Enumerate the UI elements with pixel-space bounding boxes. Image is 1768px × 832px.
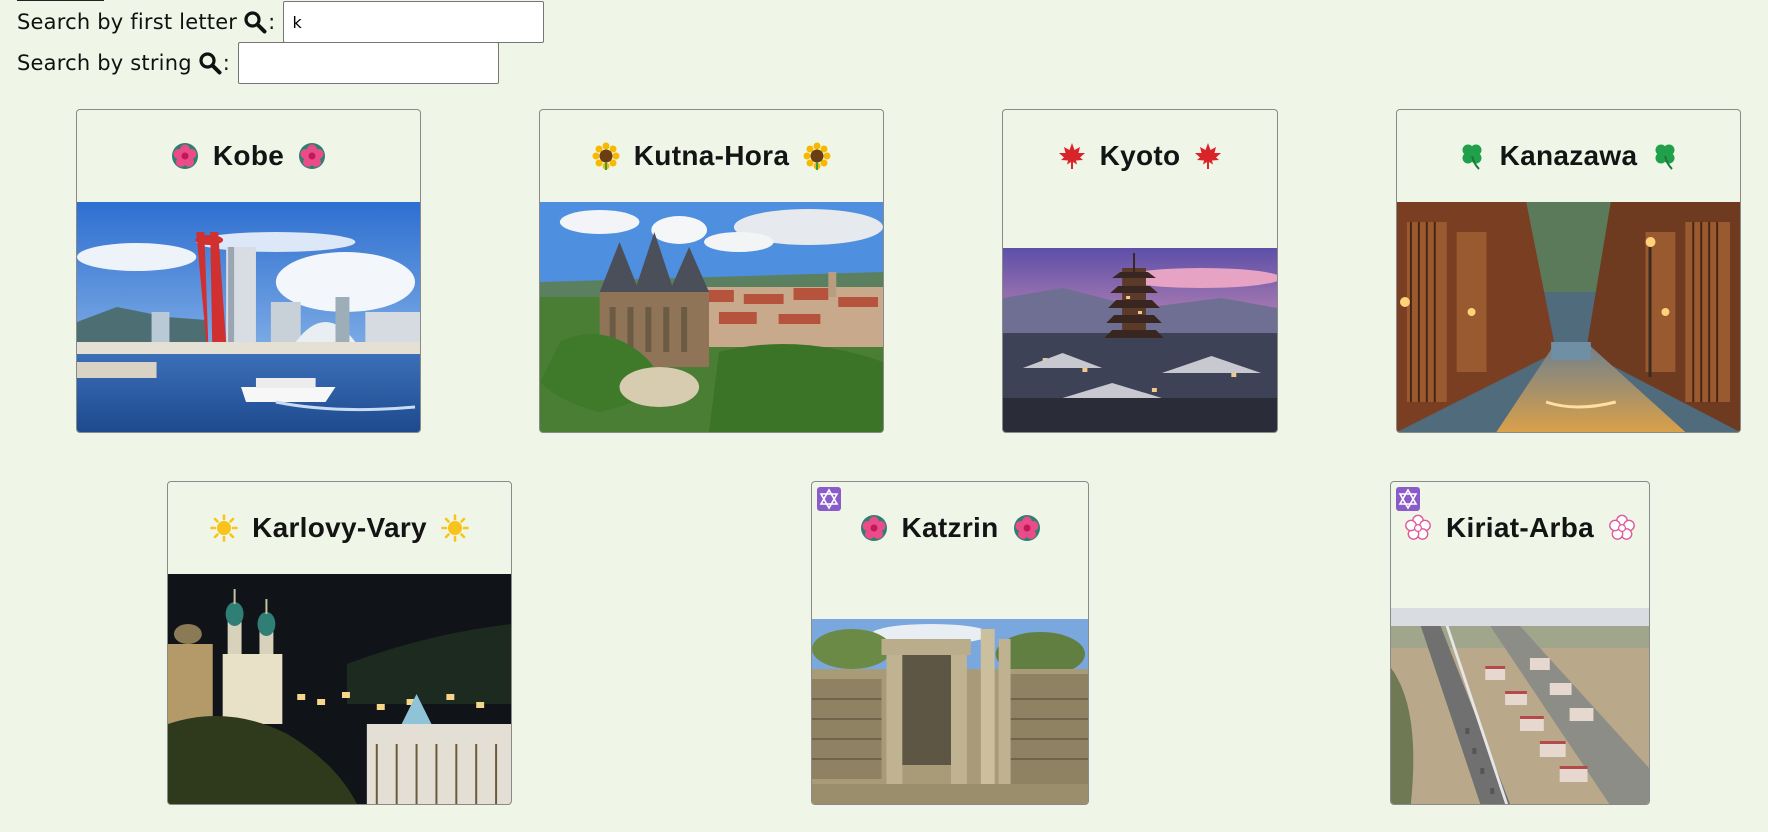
city-photo bbox=[540, 202, 883, 432]
card-header: Katzrin bbox=[812, 482, 1088, 574]
city-card-karlovy-vary[interactable]: Karlovy-Vary bbox=[167, 481, 512, 805]
city-photo bbox=[77, 202, 420, 432]
card-header: Kiriat-Arba bbox=[1391, 482, 1649, 574]
four-leaf-clover-icon bbox=[1462, 144, 1482, 170]
card-header: Kutna-Hora bbox=[540, 110, 883, 202]
city-name: Kutna-Hora bbox=[633, 140, 790, 171]
colon: : bbox=[268, 10, 276, 34]
pink-flower-icon bbox=[299, 143, 326, 169]
string-input[interactable] bbox=[238, 42, 500, 84]
city-photo bbox=[1003, 248, 1277, 432]
city-card-kutna-hora[interactable]: Kutna-Hora bbox=[539, 109, 884, 433]
city-card-kyoto[interactable]: Kyoto bbox=[1002, 109, 1278, 433]
sun-icon bbox=[441, 514, 469, 542]
card-header: Kyoto bbox=[1003, 110, 1277, 202]
card-header: Kanazawa bbox=[1397, 110, 1740, 202]
pink-flower-icon bbox=[860, 515, 887, 541]
first-letter-search: Search by first letter : bbox=[17, 1, 545, 43]
city-name: Karlovy-Vary bbox=[252, 512, 427, 543]
city-name: Kyoto bbox=[1099, 140, 1181, 171]
magnifier-icon bbox=[199, 52, 222, 75]
pink-flower-icon bbox=[1013, 515, 1040, 541]
city-photo bbox=[168, 574, 511, 804]
sunflower-icon bbox=[592, 142, 620, 170]
city-card-katzrin[interactable]: Katzrin bbox=[811, 481, 1089, 805]
card-header: Kobe bbox=[77, 110, 420, 202]
city-photo bbox=[1397, 202, 1740, 432]
city-name: Kanazawa bbox=[1499, 140, 1638, 171]
four-leaf-clover-icon bbox=[1655, 144, 1675, 170]
pink-flower-icon bbox=[171, 143, 198, 169]
city-name: Katzrin bbox=[901, 512, 999, 543]
city-name: Kiriat-Arba bbox=[1446, 512, 1594, 543]
white-flower-icon bbox=[1405, 514, 1431, 540]
city-card-kobe[interactable]: Kobe bbox=[76, 109, 421, 433]
string-search: Search by string : bbox=[17, 42, 500, 84]
city-name: Kobe bbox=[212, 140, 285, 171]
magnifier-icon bbox=[244, 11, 267, 34]
first-letter-label: Search by first letter bbox=[17, 10, 238, 34]
maple-leaf-icon bbox=[1058, 143, 1085, 169]
sun-icon bbox=[210, 514, 238, 542]
white-flower-icon bbox=[1609, 514, 1635, 540]
city-photo bbox=[1391, 608, 1649, 804]
colon: : bbox=[222, 51, 231, 75]
string-label: Search by string bbox=[17, 51, 192, 75]
city-card-kiriat-arba[interactable]: Kiriat-Arba bbox=[1390, 481, 1650, 805]
first-letter-input[interactable] bbox=[283, 1, 545, 43]
card-header: Karlovy-Vary bbox=[168, 482, 511, 574]
city-card-kanazawa[interactable]: Kanazawa bbox=[1396, 109, 1741, 433]
city-photo bbox=[812, 619, 1088, 804]
maple-leaf-icon bbox=[1195, 143, 1222, 169]
sunflower-icon bbox=[803, 142, 831, 170]
